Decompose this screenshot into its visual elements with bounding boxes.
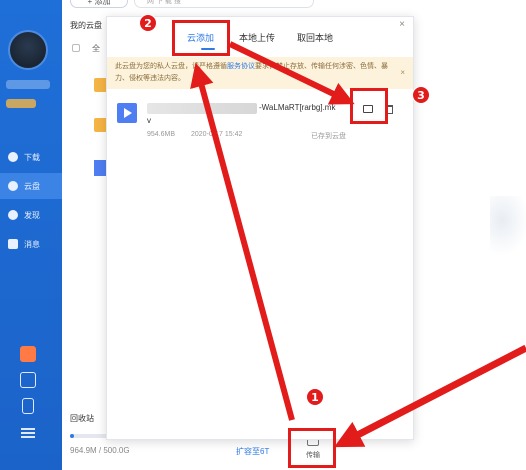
avatar[interactable] <box>8 30 48 70</box>
storage-text: 964.9M / 500.0G <box>70 446 130 455</box>
expand-storage-link[interactable]: 扩容至6T <box>236 446 269 457</box>
sidebar-item-label: 云盘 <box>24 181 40 191</box>
notice-close-icon[interactable]: × <box>400 68 405 77</box>
search-input[interactable]: 网 下 载 搜 <box>134 0 314 8</box>
close-icon[interactable]: × <box>399 19 405 30</box>
file-status: 已存到云盘 <box>311 133 346 140</box>
sidebar-item-messages[interactable]: 消息 <box>0 231 62 257</box>
message-icon <box>8 239 18 249</box>
sidebar-item-label: 消息 <box>24 239 40 249</box>
step-badge-3: 3 <box>412 86 430 104</box>
username-blurred <box>6 80 50 89</box>
menu-icon[interactable] <box>21 428 35 438</box>
sidebar-item-label: 发现 <box>24 210 40 220</box>
sidebar-item-download[interactable]: 下载 <box>0 144 62 170</box>
storage-bar-fill <box>70 434 74 438</box>
vip-badge-blurred <box>6 99 36 108</box>
download-icon <box>8 152 18 162</box>
file-name-blurred <box>147 103 257 114</box>
sidebar-item-discover[interactable]: 发现 <box>0 202 62 228</box>
tab-retrieve-local[interactable]: 取回本地 <box>297 31 333 44</box>
step-badge-2: 2 <box>139 14 157 32</box>
service-agreement-link[interactable]: 服务协议 <box>227 63 255 70</box>
cloud-icon <box>8 181 18 191</box>
highlight-tab-cloud-add <box>172 20 230 56</box>
sidebar: 下载 云盘 发现 消息 <box>0 0 62 470</box>
add-button[interactable]: + 添加 <box>70 0 128 8</box>
tshirt-icon[interactable] <box>20 372 36 388</box>
highlight-open-folder <box>350 88 388 124</box>
video-file-icon <box>117 103 137 123</box>
file-name-tail: v <box>147 116 151 125</box>
phone-icon[interactable] <box>22 398 34 414</box>
file-name: -WaLMaRT[rarbg].mk <box>259 103 336 112</box>
highlight-transfer-button <box>288 428 336 468</box>
notice-banner: 此云盘为您的私人云盘，请严格遵循服务协议要求，禁止存放、传输任何涉密、色情、暴力… <box>107 57 413 89</box>
compass-icon <box>8 210 18 220</box>
breadcrumb[interactable]: 我的云盘 <box>70 20 102 31</box>
select-all-checkbox[interactable] <box>72 44 80 52</box>
background-decoration <box>490 196 526 256</box>
file-date: 2020-0-17 15:42 <box>191 131 243 138</box>
file-size: 954.6MB <box>147 131 176 138</box>
notice-text: 此云盘为您的私人云盘，请严格遵循 <box>115 63 227 70</box>
sidebar-item-label: 下载 <box>24 152 40 162</box>
recycle-bin[interactable]: 回收站 <box>70 413 94 424</box>
sidebar-item-cloud[interactable]: 云盘 <box>0 173 62 199</box>
tab-local-upload[interactable]: 本地上传 <box>239 31 275 44</box>
transfer-popup: 云添加 本地上传 取回本地 × 此云盘为您的私人云盘，请严格遵循服务协议要求，禁… <box>106 16 414 440</box>
step-badge-1: 1 <box>306 388 324 406</box>
select-all-label: 全 <box>92 44 100 53</box>
gift-icon[interactable] <box>20 346 36 362</box>
